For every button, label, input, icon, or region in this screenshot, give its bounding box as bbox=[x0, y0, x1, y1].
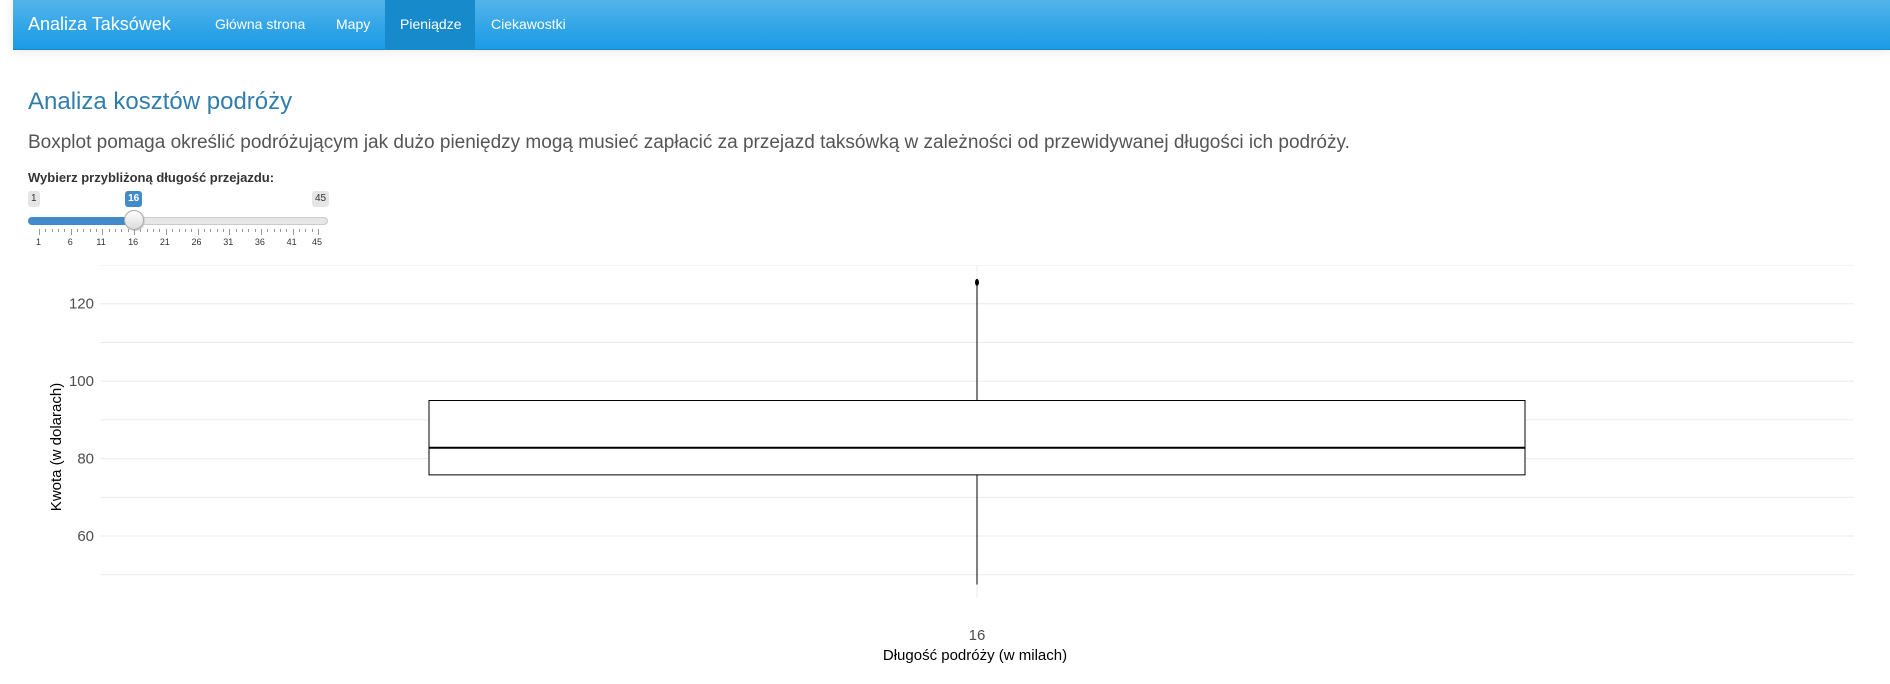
nav-item-pieniadze[interactable]: Pieniądze bbox=[385, 0, 475, 49]
slider-tick bbox=[197, 229, 199, 235]
slider-tick bbox=[178, 229, 180, 232]
slider-tick bbox=[248, 229, 250, 232]
slider-tick bbox=[89, 229, 91, 232]
slider-tick bbox=[267, 229, 269, 232]
slider-tick bbox=[77, 229, 79, 232]
intro-text: Boxplot pomaga określić podróżującym jak… bbox=[28, 132, 1350, 153]
x-tick-label: 16 bbox=[969, 627, 986, 644]
slider-tick bbox=[165, 229, 167, 235]
slider-value-badge: 16 bbox=[125, 191, 143, 207]
slider-tick bbox=[222, 229, 224, 232]
slider-tick bbox=[298, 229, 300, 232]
fare-boxplot: 608010012016 Długość podróży (w milach) … bbox=[48, 265, 1854, 664]
slider-tick bbox=[140, 229, 142, 232]
navbar: Analiza Taksówek Główna strona Mapy Pien… bbox=[13, 0, 1890, 50]
slider-tick bbox=[311, 229, 313, 232]
slider-tick bbox=[203, 229, 205, 232]
slider-tick bbox=[146, 229, 148, 232]
slider-tick-label: 21 bbox=[159, 237, 170, 247]
nav-item-ciekawostki[interactable]: Ciekawostki bbox=[476, 0, 581, 49]
slider-tick-label: 31 bbox=[223, 237, 234, 247]
slider-tick bbox=[83, 229, 85, 232]
slider-tick bbox=[273, 229, 275, 232]
slider-tick-label: 11 bbox=[96, 237, 106, 247]
slider-label: Wybierz przybliżoną długość przejazdu: bbox=[28, 170, 275, 185]
slider-tick bbox=[45, 229, 47, 232]
slider-tick bbox=[235, 229, 237, 232]
slider-tick bbox=[184, 229, 186, 232]
navbar-brand[interactable]: Analiza Taksówek bbox=[28, 0, 171, 49]
slider-tick bbox=[279, 229, 281, 232]
slider-tick bbox=[216, 229, 218, 232]
slider-tick bbox=[70, 229, 72, 235]
slider-tick bbox=[51, 229, 53, 232]
slider-tick bbox=[286, 229, 288, 232]
nav-item-mapy[interactable]: Mapy bbox=[321, 0, 385, 49]
y-tick-label: 80 bbox=[77, 451, 94, 468]
slider-tick bbox=[305, 229, 307, 232]
slider-tick bbox=[172, 229, 174, 232]
boxplot-series bbox=[428, 278, 1526, 585]
iqr-box bbox=[428, 400, 1526, 476]
slider-tick bbox=[58, 229, 60, 232]
slider-tick bbox=[229, 229, 231, 235]
slider-tick bbox=[153, 229, 155, 232]
slider-tick bbox=[96, 229, 98, 232]
slider-tick bbox=[210, 229, 212, 232]
slider-tick-label: 1 bbox=[36, 237, 42, 247]
slider-tick bbox=[134, 229, 136, 235]
slider-tick bbox=[260, 229, 262, 235]
slider-tick bbox=[292, 229, 294, 235]
slider-tick bbox=[254, 229, 256, 232]
slider-tick bbox=[127, 229, 129, 232]
slider-max-badge: 45 bbox=[312, 191, 330, 207]
slider-min-badge: 1 bbox=[28, 191, 40, 207]
slider-fill bbox=[28, 217, 135, 225]
slider-tick-label: 36 bbox=[254, 237, 265, 247]
slider-tick bbox=[241, 229, 243, 232]
slider-tick bbox=[108, 229, 110, 232]
page-title: Analiza kosztów podróży bbox=[28, 88, 293, 115]
slider-tick bbox=[39, 229, 40, 235]
slider-tick-label: 6 bbox=[67, 237, 73, 247]
y-tick-label: 60 bbox=[77, 528, 94, 545]
slider-tick-label: 26 bbox=[191, 237, 202, 247]
slider-tick-label: 45 bbox=[312, 237, 323, 247]
slider-tick-label: 41 bbox=[286, 237, 297, 247]
nav-item-glowna-strona[interactable]: Główna strona bbox=[200, 0, 320, 49]
slider-tick bbox=[102, 229, 104, 235]
slider-tick bbox=[121, 229, 123, 232]
y-tick-label: 120 bbox=[69, 296, 94, 313]
slider-tick bbox=[159, 229, 161, 232]
slider-tick bbox=[191, 229, 193, 232]
slider-handle[interactable] bbox=[124, 210, 145, 230]
y-axis-title: Kwota (w dolarach) bbox=[48, 383, 65, 511]
x-axis-title: Długość podróży (w milach) bbox=[883, 647, 1067, 664]
outlier-point bbox=[975, 278, 979, 286]
y-tick-label: 100 bbox=[69, 373, 94, 390]
slider-tick-label: 16 bbox=[128, 237, 139, 247]
slider-tick bbox=[64, 229, 66, 232]
slider-tick bbox=[318, 229, 319, 235]
slider-tick bbox=[115, 229, 117, 232]
trip-length-slider[interactable]: 1 45 16 1 6 11 16 21 26 31 36 41 45 bbox=[28, 191, 330, 247]
